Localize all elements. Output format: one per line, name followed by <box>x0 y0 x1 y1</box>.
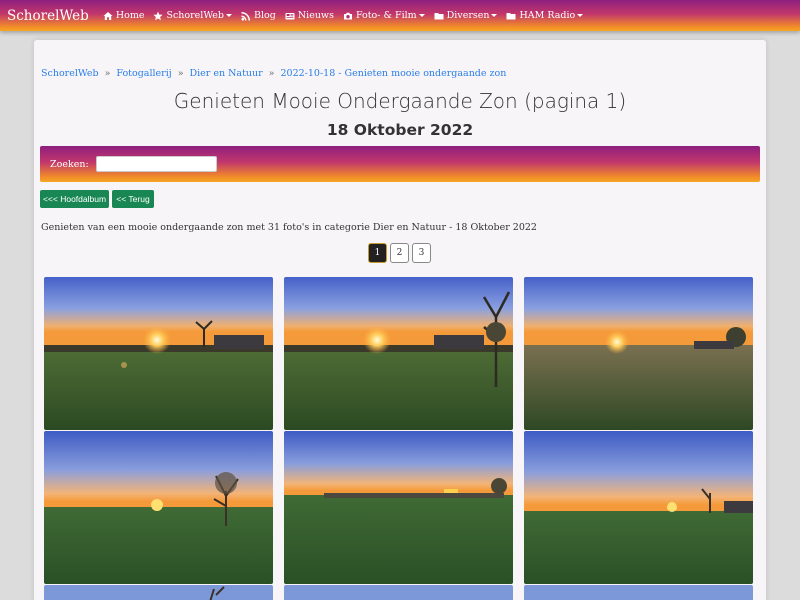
breadcrumb-link-album[interactable]: 2022-10-18 - Genieten mooie ondergaande … <box>280 68 506 79</box>
nav-ham-radio[interactable]: HAM Radio <box>506 10 584 21</box>
breadcrumb-link-schorelweb[interactable]: SchorelWeb <box>41 68 99 79</box>
nav-nieuws[interactable]: Nieuws <box>285 10 334 21</box>
page-title: Genieten Mooie Ondergaande Zon (pagina 1… <box>173 89 627 113</box>
chevron-down-icon <box>418 14 425 17</box>
breadcrumb-link-fotogallerij[interactable]: Fotogallerij <box>116 68 171 79</box>
top-navbar: SchorelWeb Home SchorelWeb Blog Nieuws F… <box>0 0 800 31</box>
photo-thumbnail[interactable] <box>284 431 513 584</box>
chevron-down-icon <box>226 14 233 17</box>
sunset-photo-image <box>44 585 273 600</box>
nav-diversen[interactable]: Diversen <box>434 10 498 21</box>
nav-ham-radio-label: HAM Radio <box>519 10 576 21</box>
pagination: 1 2 3 <box>368 243 431 263</box>
nav-schorelweb-label: SchorelWeb <box>166 10 225 21</box>
photo-thumbnail[interactable] <box>524 585 753 600</box>
chevron-down-icon <box>491 14 498 17</box>
nav-blog-label: Blog <box>254 10 276 21</box>
search-input[interactable] <box>95 156 217 172</box>
sunset-photo-image <box>284 277 513 430</box>
breadcrumb-separator: » <box>177 68 184 79</box>
chevron-down-icon <box>577 14 584 17</box>
photo-thumbnail[interactable] <box>524 431 753 584</box>
nav-nieuws-label: Nieuws <box>297 10 334 21</box>
nav-home[interactable]: Home <box>103 10 145 21</box>
sunset-photo-image <box>284 585 513 600</box>
brand-link[interactable]: SchorelWeb <box>7 8 89 24</box>
main-album-button[interactable]: <<< Hoofdalbum <box>40 190 109 208</box>
folder-icon <box>506 12 516 19</box>
star-icon <box>153 11 164 20</box>
nav-blog[interactable]: Blog <box>241 10 276 21</box>
sunset-photo-image <box>524 277 753 430</box>
breadcrumb: SchorelWeb » Fotogallerij » Dier en Natu… <box>41 68 506 79</box>
photo-thumbnail[interactable] <box>284 585 513 600</box>
search-bar: Zoeken: <box>40 146 760 182</box>
back-button[interactable]: << Terug <box>112 190 154 208</box>
rss-icon <box>241 11 251 20</box>
camera-icon <box>343 12 352 19</box>
page-link-3[interactable]: 3 <box>412 243 431 263</box>
page-link-2[interactable]: 2 <box>390 243 409 263</box>
page-subtitle-date: 18 Oktober 2022 <box>326 121 474 139</box>
search-label: Zoeken: <box>50 158 89 170</box>
photo-thumbnail[interactable] <box>284 277 513 430</box>
nav-foto-film[interactable]: Foto- & Film <box>343 10 425 21</box>
sunset-photo-image <box>524 431 753 584</box>
newspaper-icon <box>285 12 295 19</box>
breadcrumb-separator: » <box>104 68 111 79</box>
sunset-photo-image <box>44 431 273 584</box>
photo-thumbnail[interactable] <box>44 585 273 600</box>
breadcrumb-separator: » <box>268 68 275 79</box>
nav-diversen-label: Diversen <box>446 10 490 21</box>
content-container: SchorelWeb » Fotogallerij » Dier en Natu… <box>34 40 766 600</box>
folder-icon <box>434 12 444 19</box>
page-link-1[interactable]: 1 <box>368 243 387 263</box>
photo-thumbnail[interactable] <box>524 277 753 430</box>
sunset-photo-image <box>284 431 513 584</box>
nav-foto-film-label: Foto- & Film <box>355 10 417 21</box>
breadcrumb-link-dier-en-natuur[interactable]: Dier en Natuur <box>190 68 263 79</box>
home-icon <box>103 11 113 20</box>
photo-thumbnail[interactable] <box>44 431 273 584</box>
nav-schorelweb[interactable]: SchorelWeb <box>153 10 233 21</box>
photo-thumbnail[interactable] <box>44 277 273 430</box>
sunset-photo-image <box>44 277 273 430</box>
nav-home-label: Home <box>115 10 145 21</box>
album-description: Genieten van een mooie ondergaande zon m… <box>41 222 537 233</box>
sunset-photo-image <box>524 585 753 600</box>
